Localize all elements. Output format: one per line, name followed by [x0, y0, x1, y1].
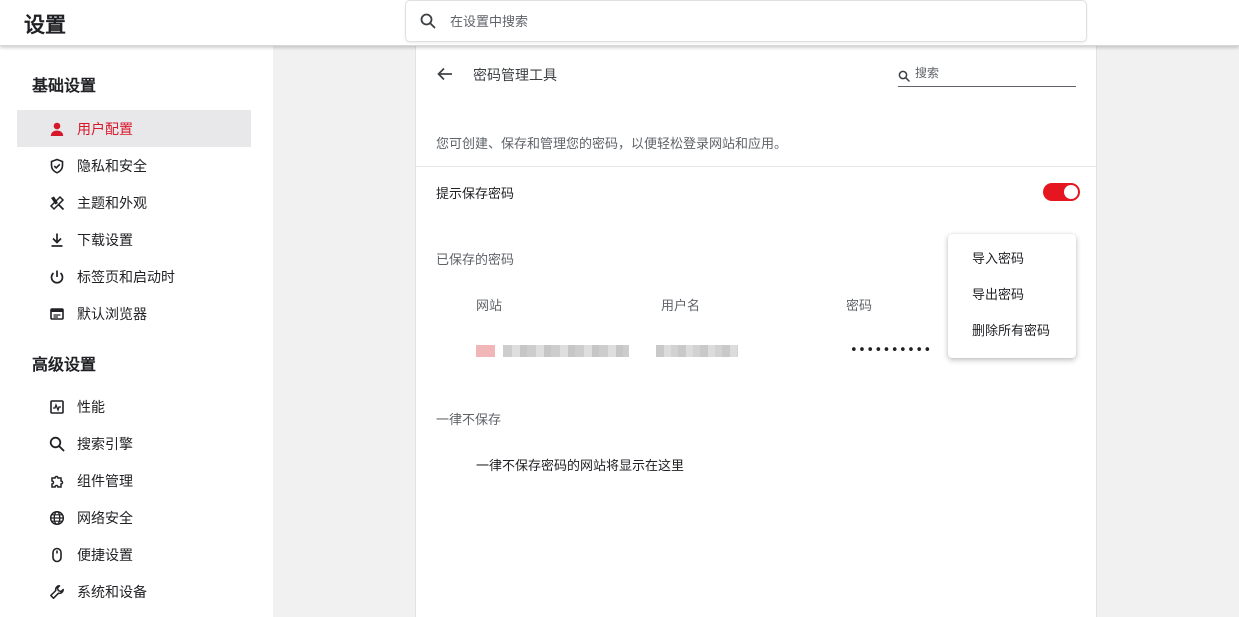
- sidebar-section-advanced: 高级设置: [32, 355, 97, 374]
- sidebar-item-downloads[interactable]: 下载设置: [17, 221, 251, 258]
- password-search-input[interactable]: [915, 64, 1073, 82]
- back-button[interactable]: [434, 63, 456, 85]
- password-actions-menu: 导入密码 导出密码 删除所有密码: [948, 234, 1076, 358]
- sidebar-item-appearance[interactable]: 主题和外观: [17, 184, 251, 221]
- saved-passwords-heading: 已保存的密码: [436, 253, 515, 268]
- app-title: 设置: [24, 13, 66, 37]
- person-icon: [48, 120, 66, 138]
- menu-item-import[interactable]: 导入密码: [948, 242, 1076, 278]
- search-icon: [420, 13, 436, 33]
- password-mask: ••••••••••: [850, 343, 932, 358]
- sidebar-item-extensions[interactable]: 组件管理: [17, 462, 251, 499]
- offer-to-save-toggle[interactable]: [1043, 183, 1080, 201]
- column-header-password: 密码: [846, 299, 873, 314]
- sidebar-item-search-engine[interactable]: 搜索引擎: [17, 425, 251, 462]
- sidebar-item-user-profile[interactable]: 用户配置: [17, 110, 251, 147]
- sidebar-item-performance[interactable]: 性能: [17, 388, 251, 425]
- arrow-left-icon: [437, 67, 452, 81]
- divider: [416, 166, 1096, 167]
- sidebar-item-label: 默认浏览器: [77, 306, 147, 323]
- top-bar: 设置: [0, 0, 1239, 46]
- sidebar-item-label: 主题和外观: [77, 195, 147, 212]
- performance-icon: [48, 398, 66, 416]
- sidebar-section-basic: 基础设置: [32, 76, 97, 95]
- sidebar-item-on-startup[interactable]: 标签页和启动时: [17, 258, 251, 295]
- sidebar-item-accessibility[interactable]: 便捷设置: [17, 536, 251, 573]
- theme-brush-icon: [48, 194, 66, 212]
- search-icon: [48, 435, 66, 453]
- browser-window-icon: [48, 305, 66, 323]
- toggle-knob: [1064, 185, 1078, 199]
- offer-to-save-label: 提示保存密码: [436, 187, 515, 202]
- sidebar-item-label: 系统和设备: [77, 584, 147, 601]
- never-saved-heading: 一律不保存: [436, 413, 502, 428]
- never-saved-empty-message: 一律不保存密码的网站将显示在这里: [476, 459, 685, 474]
- menu-item-export[interactable]: 导出密码: [948, 278, 1076, 314]
- sidebar-item-default-browser[interactable]: 默认浏览器: [17, 295, 251, 332]
- puzzle-icon: [48, 472, 66, 490]
- settings-search-input[interactable]: [450, 9, 1050, 35]
- sidebar-item-network-security[interactable]: 网络安全: [17, 499, 251, 536]
- wrench-icon: [48, 583, 66, 601]
- site-favicon-blurred: [476, 345, 495, 357]
- column-header-site: 网站: [476, 299, 503, 314]
- settings-search-box[interactable]: [405, 0, 1087, 42]
- download-icon: [48, 231, 66, 249]
- mouse-icon: [48, 546, 66, 564]
- column-header-username: 用户名: [661, 299, 701, 314]
- username-blurred: [656, 345, 738, 357]
- globe-icon: [48, 509, 66, 527]
- search-icon: [898, 67, 910, 86]
- sidebar-item-system[interactable]: 系统和设备: [17, 573, 251, 610]
- page-description: 您可创建、保存和管理您的密码，以便轻松登录网站和应用。: [436, 137, 788, 152]
- sidebar-item-label: 下载设置: [77, 232, 133, 249]
- menu-item-delete-all[interactable]: 删除所有密码: [948, 314, 1076, 350]
- sidebar-item-label: 便捷设置: [77, 547, 133, 564]
- sidebar-item-label: 用户配置: [77, 121, 133, 138]
- shield-icon: [48, 157, 66, 175]
- sidebar-item-label: 组件管理: [77, 473, 133, 490]
- password-search-box[interactable]: [898, 62, 1076, 87]
- sidebar-item-privacy[interactable]: 隐私和安全: [17, 147, 251, 184]
- sidebar-item-label: 标签页和启动时: [77, 269, 175, 286]
- sidebar-item-label: 隐私和安全: [77, 158, 147, 175]
- sidebar: 基础设置 用户配置 隐私和安全 主题和外观 下载设置 标签页和启动时 默认浏览器…: [0, 46, 273, 617]
- sidebar-item-label: 搜索引擎: [77, 436, 133, 453]
- sidebar-item-label: 网络安全: [77, 510, 133, 527]
- sidebar-item-label: 性能: [77, 399, 105, 416]
- site-url-blurred: [503, 345, 629, 357]
- page-title: 密码管理工具: [473, 68, 557, 84]
- power-icon: [48, 268, 66, 286]
